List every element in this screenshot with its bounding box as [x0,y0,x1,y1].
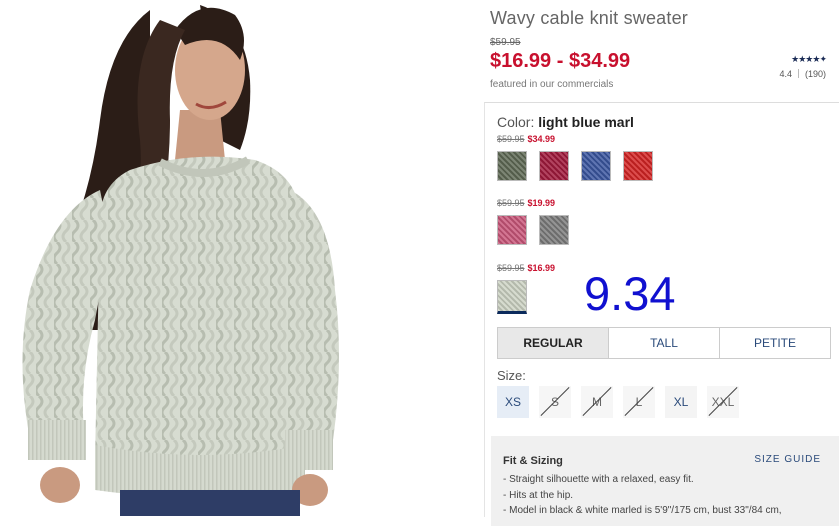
tab-regular[interactable]: REGULAR [498,328,608,358]
rating-score: 4.4 [779,69,792,79]
original-price: $59.95 [490,37,521,48]
size-s-button[interactable]: S [539,386,571,418]
list-item: - Model in black & white marled is 5'9"/… [503,505,782,516]
swatch-group-old-price: $59.95 [497,263,525,273]
featured-note: featured in our commercials [490,79,614,90]
color-swatch-olive[interactable] [497,151,527,181]
fit-sizing-heading: Fit & Sizing [503,455,563,467]
fit-and-sizing-section: Fit & Sizing SIZE GUIDE - Straight silho… [491,436,839,526]
size-l-button[interactable]: L [623,386,655,418]
size-xl-button[interactable]: XL [665,386,697,418]
color-swatch-red[interactable] [623,151,653,181]
size-label: Size: [497,368,526,383]
sale-price-range: $16.99 - $34.99 [490,50,631,72]
color-swatch-light-blue-marl[interactable] [497,280,527,314]
options-panel: Color: light blue marl $59.95 $34.99 $59.… [484,102,839,526]
fit-sizing-list: - Straight silhouette with a relaxed, ea… [503,472,782,519]
tab-tall[interactable]: TALL [608,328,719,358]
product-rating[interactable]: ★★★★✦ 4.4 (190) [779,54,827,79]
swatch-group-price: $59.95 $34.99 [497,134,555,144]
color-selection: Color: light blue marl [497,114,634,130]
list-item: - Straight silhouette with a relaxed, ea… [503,474,694,485]
overlay-number: 9.34 [584,267,676,320]
rating-divider [797,69,799,78]
swatch-group-price: $59.95 $19.99 [497,198,555,208]
review-count: (190) [804,69,826,79]
size-xs-button[interactable]: XS [497,386,529,418]
rating-stars-icon: ★★★★✦ [791,54,827,64]
color-swatch-pink[interactable] [497,215,527,245]
color-swatch-blue[interactable] [581,151,611,181]
swatch-group-old-price: $59.95 [497,134,525,144]
swatch-group-new-price: $19.99 [527,198,556,208]
size-xxl-button[interactable]: XXL [707,386,739,418]
color-swatch-berry[interactable] [539,151,569,181]
selected-color-name: light blue marl [538,114,634,130]
swatch-group-old-price: $59.95 [497,198,525,208]
swatch-group-new-price: $34.99 [527,134,556,144]
fit-type-tabs: REGULAR TALL PETITE [497,327,831,359]
model-wearing-sweater-image [22,5,339,516]
swatch-group-price: $59.95 $16.99 [497,263,555,273]
size-guide-link[interactable]: SIZE GUIDE [754,454,821,465]
list-item: - Hits at the hip. [503,489,574,501]
color-swatch-grey[interactable] [539,215,569,245]
product-info: Wavy cable knit sweater $59.95 $16.99 - … [484,0,839,526]
size-m-button[interactable]: M [581,386,613,418]
product-title: Wavy cable knit sweater [490,8,689,28]
color-label: Color: [497,114,535,130]
swatch-group-new-price: $16.99 [527,263,556,273]
tab-petite[interactable]: PETITE [719,328,830,358]
product-photo [0,0,484,516]
